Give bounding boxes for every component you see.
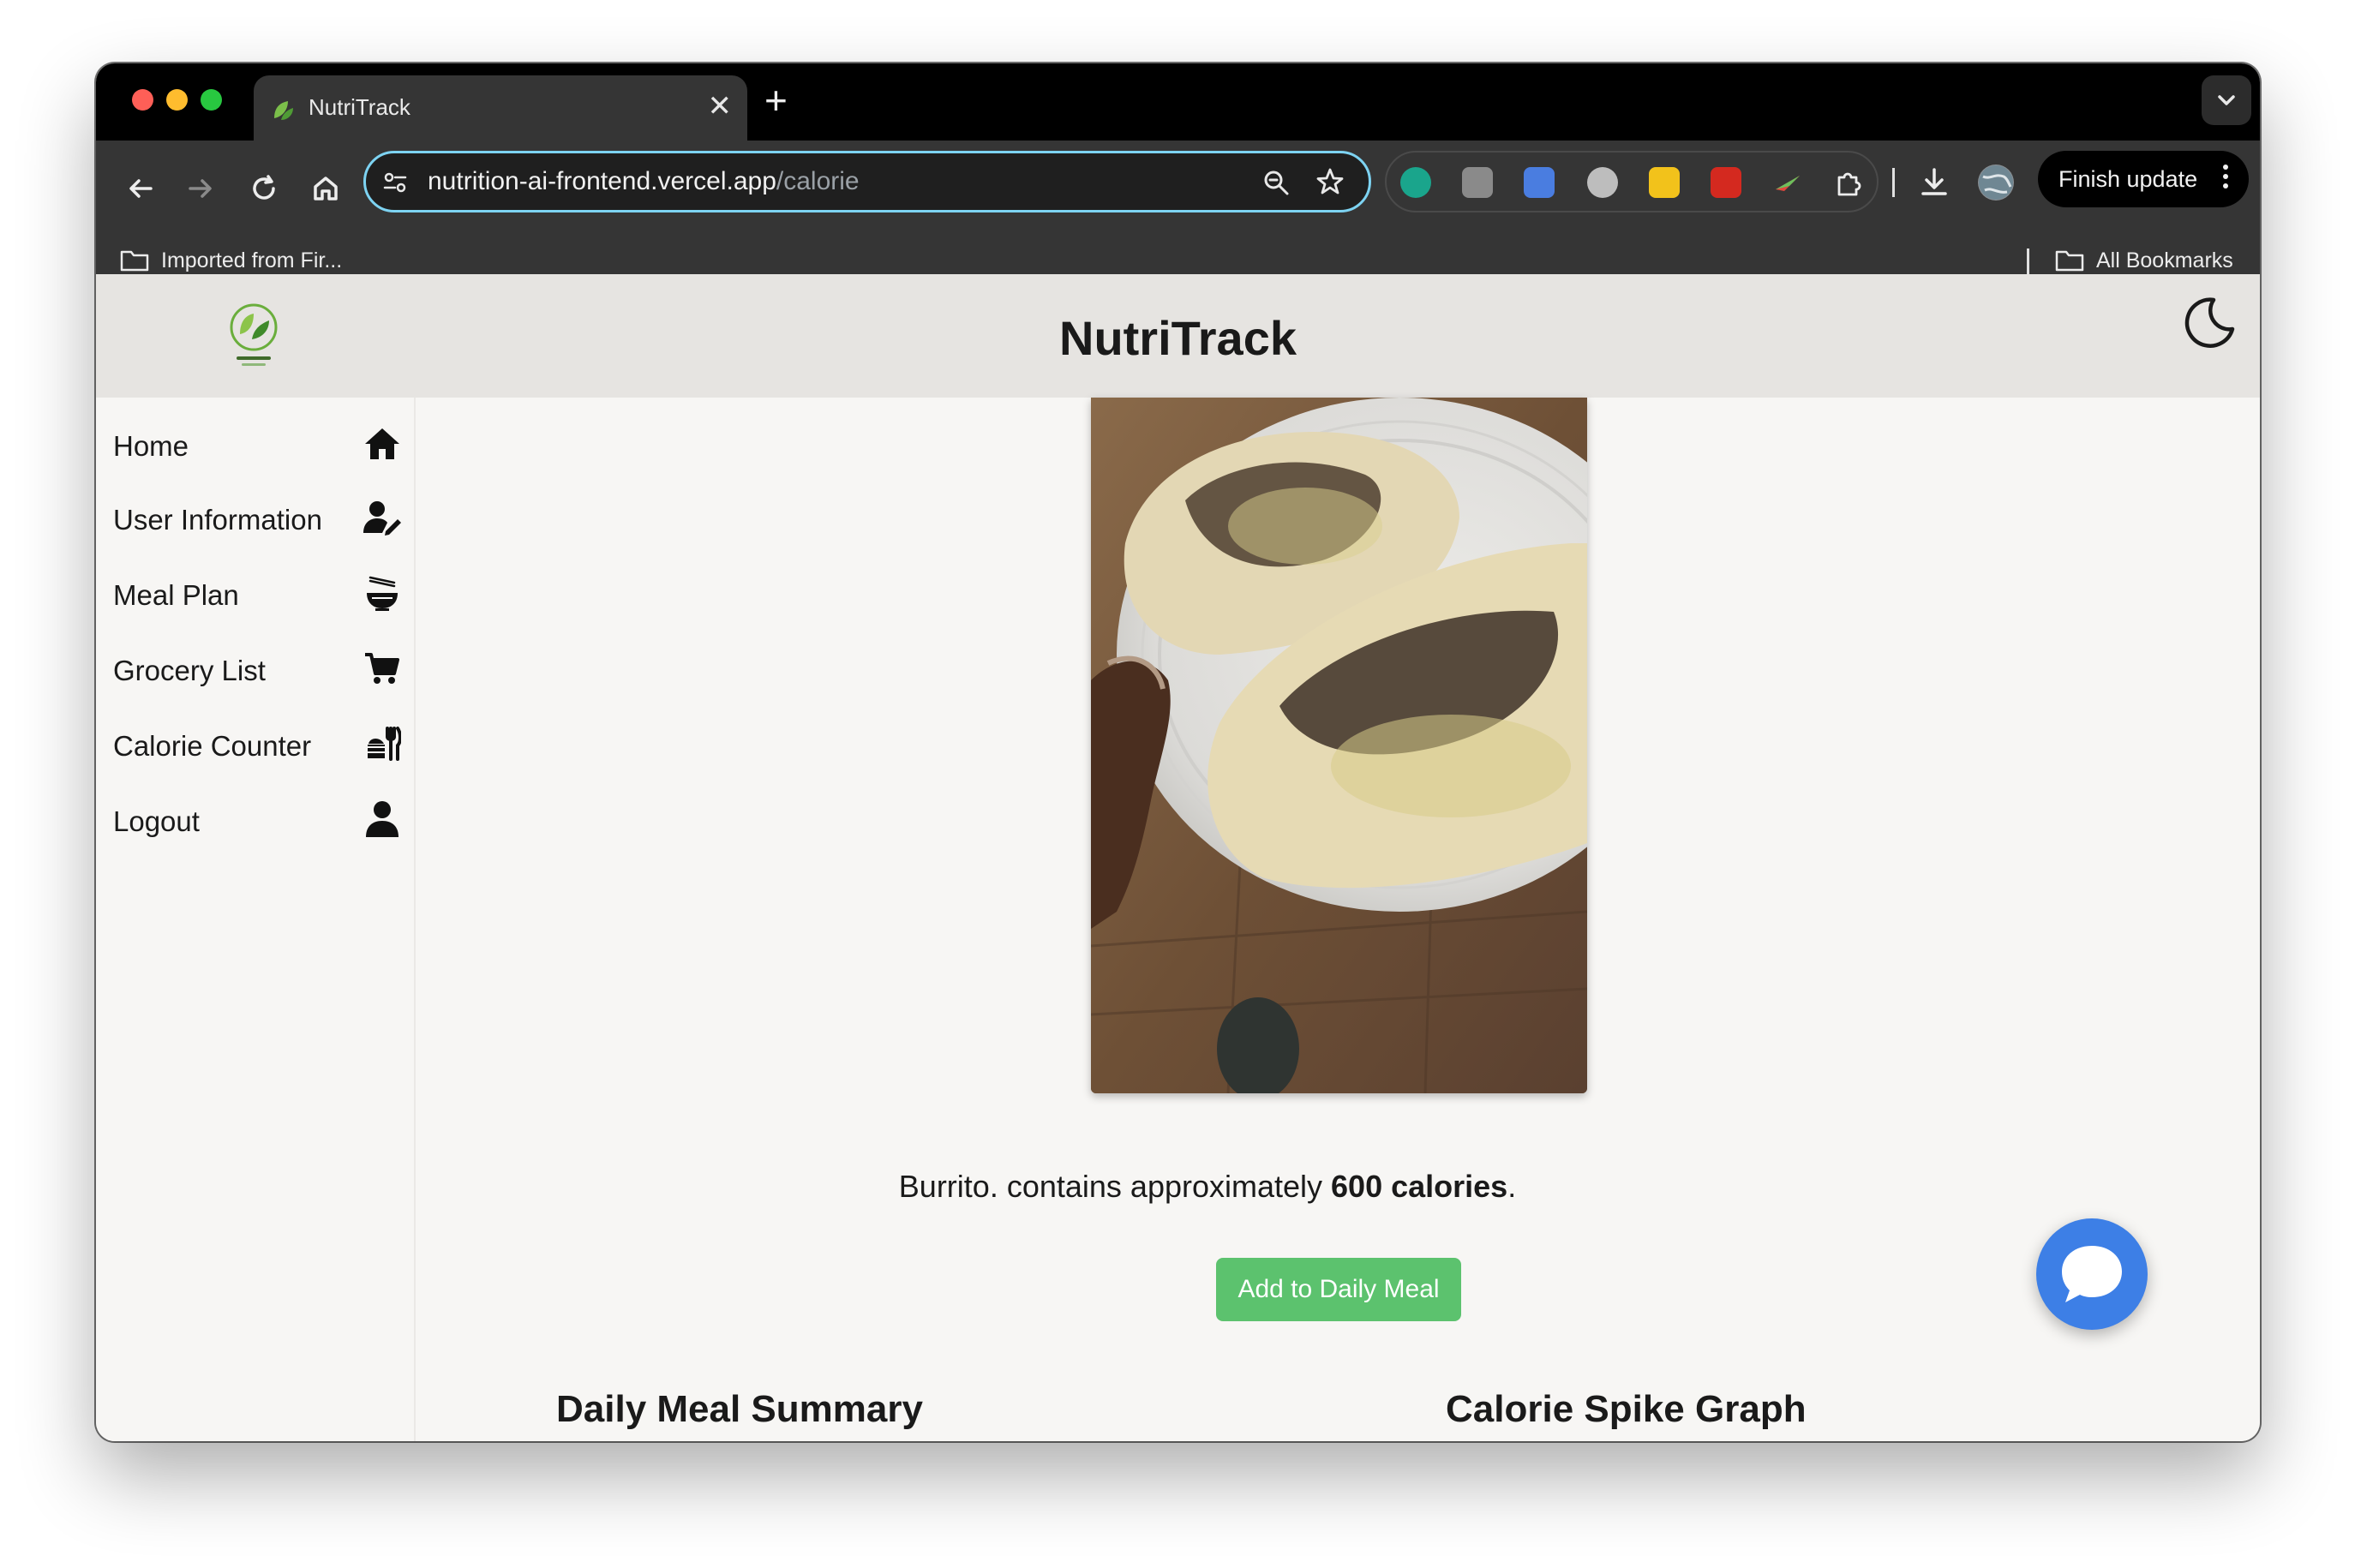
- new-tab-button[interactable]: +: [764, 79, 788, 122]
- app-title: NutriTrack: [1059, 311, 1297, 365]
- bookmark-folder-imported[interactable]: Imported from Fir...: [120, 243, 342, 278]
- calorie-result-text: Burrito. contains approximately 600 calo…: [416, 1169, 1998, 1205]
- download-icon[interactable]: [1916, 165, 1952, 200]
- chat-bubble-icon: [2062, 1246, 2122, 1302]
- url-path: /calorie: [776, 167, 860, 195]
- bookmarks-divider: [2027, 248, 2029, 276]
- sidebar-item-home[interactable]: Home: [113, 418, 401, 470]
- paper-plane-extension-icon[interactable]: [1772, 167, 1803, 198]
- url-text: nutrition-ai-frontend.vercel.app/calorie: [428, 167, 860, 196]
- more-menu-icon[interactable]: [2223, 165, 2228, 192]
- tab-title: NutriTrack: [309, 94, 410, 120]
- sidebar-item-user-information[interactable]: User Information: [113, 492, 401, 543]
- tab-search-button[interactable]: [2202, 75, 2251, 125]
- address-bar[interactable]: nutrition-ai-frontend.vercel.app/calorie: [363, 151, 1371, 212]
- forward-arrow-icon[interactable]: [182, 170, 219, 207]
- translate-kanji-extension-icon[interactable]: [1462, 167, 1493, 198]
- chat-button[interactable]: [2036, 1218, 2148, 1330]
- maximize-window-button[interactable]: [201, 89, 222, 111]
- sidebar-item-label: Meal Plan: [113, 579, 239, 611]
- toolbar-divider: [1892, 168, 1895, 197]
- site-settings-icon[interactable]: [381, 169, 409, 196]
- sidebar-item-label: Logout: [113, 805, 200, 837]
- chevron-down-icon: [2218, 95, 2235, 105]
- tab-close-icon[interactable]: ✕: [708, 89, 733, 123]
- finish-update-button[interactable]: Finish update: [2038, 151, 2249, 207]
- finish-update-label: Finish update: [2058, 166, 2198, 192]
- puzzle-extensions-icon[interactable]: [1832, 167, 1863, 198]
- back-arrow-icon[interactable]: [122, 170, 159, 207]
- sidebar-item-calorie-counter[interactable]: Calorie Counter: [113, 718, 401, 769]
- home-icon[interactable]: [307, 170, 345, 207]
- folder-icon: [120, 250, 149, 272]
- daily-meal-summary-heading: Daily Meal Summary: [556, 1388, 923, 1430]
- calorie-value: 600 calories: [1331, 1169, 1508, 1204]
- sidebar-item-label: Grocery List: [113, 655, 266, 686]
- all-bookmarks-label: All Bookmarks: [2096, 248, 2233, 272]
- home-icon: [365, 428, 399, 459]
- result-connector-text: contains approximately: [998, 1169, 1332, 1204]
- moon-dark-mode-icon[interactable]: [2179, 293, 2238, 351]
- tab-strip: NutriTrack ✕ +: [96, 63, 2260, 141]
- calorie-spike-graph-heading: Calorie Spike Graph: [1446, 1388, 1807, 1430]
- close-window-button[interactable]: [132, 89, 153, 111]
- user-edit-icon: [363, 501, 401, 536]
- google-translate-extension-icon[interactable]: [1524, 167, 1555, 198]
- add-to-daily-meal-button[interactable]: Add to Daily Meal: [1216, 1258, 1461, 1321]
- browser-window: NutriTrack ✕ + nutrition-ai-frontend.ver…: [96, 63, 2260, 1441]
- circle-extension-icon[interactable]: [1587, 167, 1618, 198]
- sidebar-item-logout[interactable]: Logout: [113, 793, 401, 845]
- app-header: NutriTrack: [96, 274, 2260, 398]
- warning-extension-icon[interactable]: [1649, 167, 1680, 198]
- grammarly-extension-icon[interactable]: [1400, 167, 1431, 198]
- sidebar-item-label: Home: [113, 430, 189, 462]
- bookmark-label: Imported from Fir...: [161, 248, 343, 272]
- profile-avatar[interactable]: [1978, 165, 2014, 200]
- utensils-fork-icon: [366, 727, 401, 761]
- tab-nutritrack[interactable]: NutriTrack ✕: [254, 75, 747, 141]
- browser-toolbar: nutrition-ai-frontend.vercel.app/calorie: [96, 141, 2260, 236]
- leaf-favicon-icon: [274, 101, 293, 120]
- food-name: Burrito.: [898, 1169, 998, 1204]
- noodle-bowl-icon: [367, 576, 398, 611]
- user-icon: [366, 801, 398, 837]
- all-bookmarks-button[interactable]: All Bookmarks: [2055, 243, 2233, 278]
- zoom-icon[interactable]: [1261, 167, 1291, 198]
- sidebar-item-meal-plan[interactable]: Meal Plan: [113, 567, 401, 619]
- main-content: Burrito. contains approximately 600 calo…: [416, 398, 2260, 1441]
- globe-avatar-icon: [1979, 165, 2013, 200]
- extensions-group: [1385, 151, 1879, 212]
- uploaded-food-photo: [1091, 398, 1587, 1093]
- sidebar-item-label: User Information: [113, 504, 322, 536]
- acrobat-extension-icon[interactable]: [1711, 167, 1741, 198]
- folder-icon: [2055, 250, 2084, 272]
- burrito-image-icon: [1091, 398, 1587, 1093]
- bookmark-star-icon[interactable]: [1314, 165, 1346, 198]
- sidebar: Home User Information Meal Plan Grocery …: [96, 398, 416, 1441]
- sidebar-item-label: Calorie Counter: [113, 730, 312, 762]
- sidebar-item-grocery-list[interactable]: Grocery List: [113, 643, 401, 694]
- reload-icon[interactable]: [245, 170, 283, 207]
- minimize-window-button[interactable]: [166, 89, 188, 111]
- shopping-cart-icon: [365, 653, 399, 684]
- result-period: .: [1507, 1169, 1517, 1204]
- url-host: nutrition-ai-frontend.vercel.app: [428, 167, 776, 195]
